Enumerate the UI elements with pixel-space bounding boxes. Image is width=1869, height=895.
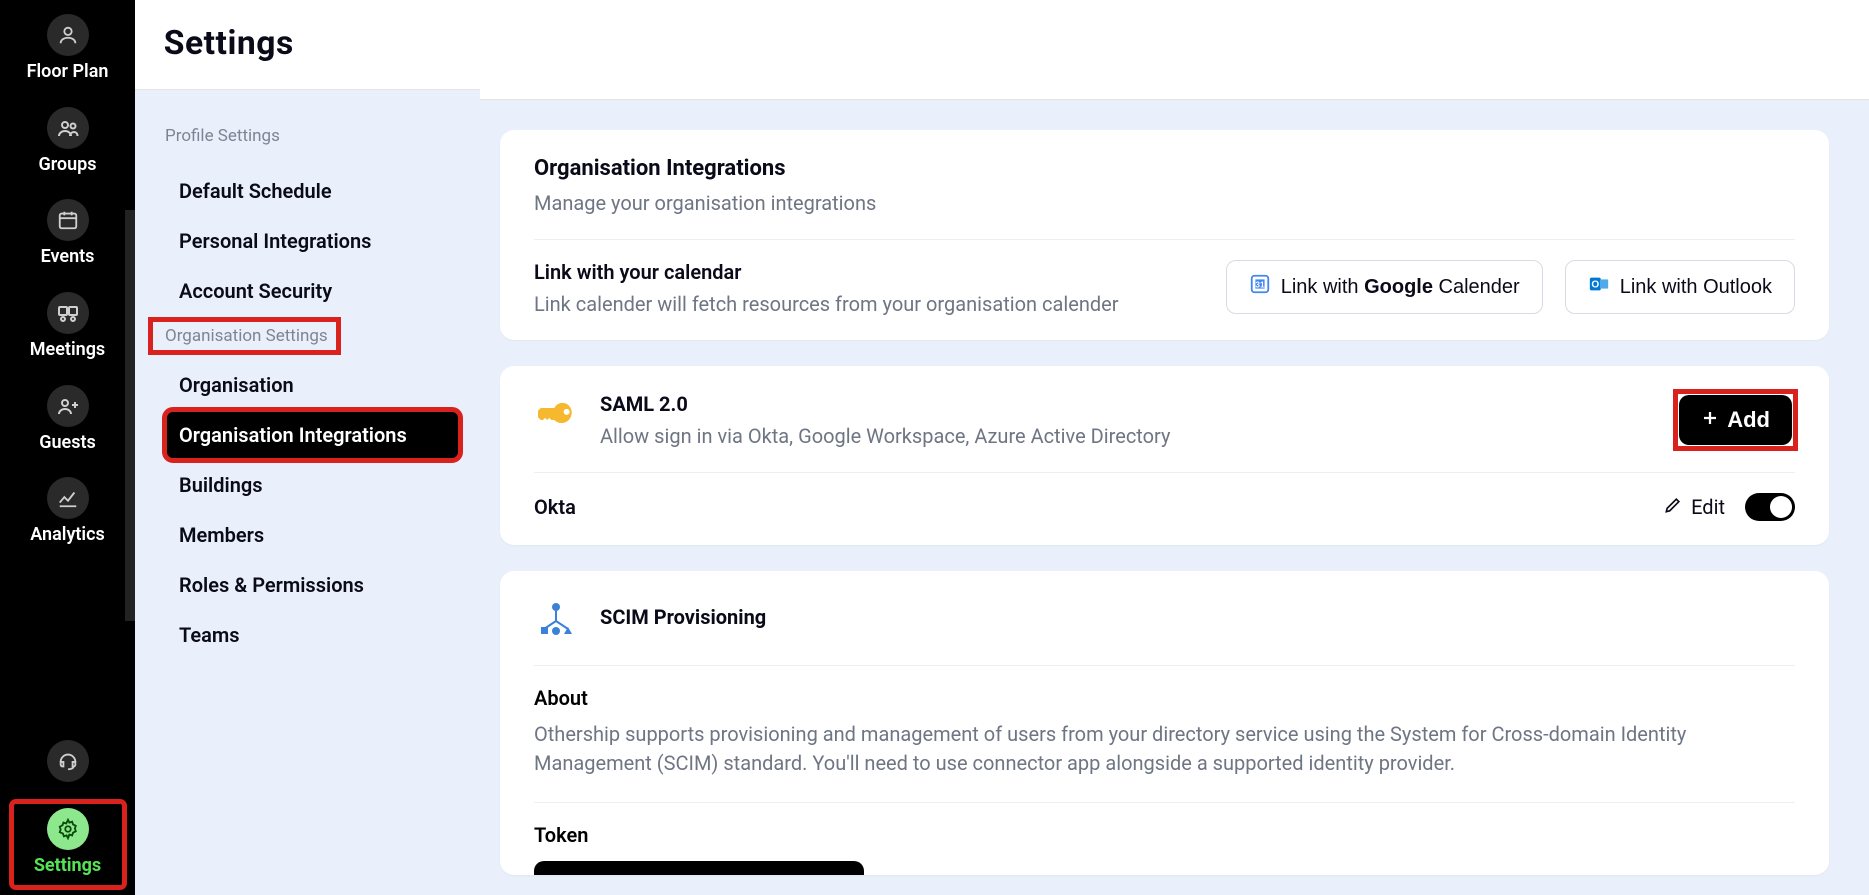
settings-nav: Profile Settings Default Schedule Person… <box>135 90 480 660</box>
scim-title: SCIM Provisioning <box>600 605 1795 629</box>
settings-column: Settings Profile Settings Default Schedu… <box>135 0 480 895</box>
link-members[interactable]: Members <box>165 510 460 560</box>
link-account-security[interactable]: Account Security <box>165 266 460 316</box>
nav-support[interactable] <box>0 734 135 802</box>
card-scim: SCIM Provisioning About Othership suppor… <box>500 571 1829 875</box>
nav-label: Analytics <box>30 525 105 546</box>
link-personal-integrations[interactable]: Personal Integrations <box>165 216 460 266</box>
link-outlook-button[interactable]: O Link with Outlook <box>1565 260 1795 314</box>
primary-nav: Floor Plan Groups Events Meetings Guests… <box>0 0 135 895</box>
link-organisation-integrations[interactable]: Organisation Integrations <box>165 410 460 460</box>
group-icon <box>47 107 89 149</box>
outlook-icon: O <box>1588 273 1610 301</box>
nav-label: Meetings <box>30 340 105 361</box>
add-button-label: Add <box>1727 407 1770 433</box>
okta-toggle[interactable] <box>1745 493 1795 521</box>
svg-text:O: O <box>1591 280 1599 291</box>
link-teams[interactable]: Teams <box>165 610 460 660</box>
nav-label: Groups <box>38 155 96 176</box>
headset-icon <box>47 740 89 782</box>
organisation-settings-label: Organisation Settings <box>165 326 328 346</box>
page-header: Settings <box>135 0 480 90</box>
pencil-icon <box>1663 495 1683 520</box>
nav-analytics[interactable]: Analytics <box>0 467 135 560</box>
token-field-stub[interactable] <box>534 861 864 875</box>
person-icon <box>47 14 89 56</box>
google-button-label: Link with Google Calender <box>1281 276 1520 299</box>
plus-icon <box>1701 407 1719 433</box>
link-buildings[interactable]: Buildings <box>165 460 460 510</box>
nav-floor-plan[interactable]: Floor Plan <box>0 4 135 97</box>
guests-icon <box>47 385 89 427</box>
about-label: About <box>534 686 1795 710</box>
add-saml-button[interactable]: Add <box>1679 395 1792 445</box>
page-title: Settings <box>164 24 294 63</box>
link-roles-permissions[interactable]: Roles & Permissions <box>165 560 460 610</box>
nav-events[interactable]: Events <box>0 189 135 282</box>
calendar-title: Link with your calendar <box>534 260 1196 284</box>
edit-label: Edit <box>1691 495 1725 519</box>
edit-okta-button[interactable]: Edit <box>1663 495 1725 520</box>
meetings-icon <box>47 292 89 334</box>
nav-scrollbar[interactable] <box>125 210 135 895</box>
key-icon <box>534 392 578 436</box>
nav-label: Settings <box>34 856 101 877</box>
nav-meetings[interactable]: Meetings <box>0 282 135 375</box>
main-content: Organisation Integrations Manage your or… <box>480 0 1869 895</box>
saml-desc: Allow sign in via Okta, Google Workspace… <box>600 424 1646 448</box>
outlook-button-label: Link with Outlook <box>1620 276 1772 299</box>
nav-settings[interactable]: Settings <box>12 802 124 887</box>
card-saml: SAML 2.0 Allow sign in via Okta, Google … <box>500 366 1829 545</box>
org-integrations-subtitle: Manage your organisation integrations <box>534 191 1795 215</box>
header-strip <box>480 0 1869 100</box>
calendar-row: Link with your calendar Link calender wi… <box>534 260 1795 316</box>
okta-label: Okta <box>534 495 576 519</box>
link-default-schedule[interactable]: Default Schedule <box>165 166 460 216</box>
gear-icon <box>47 808 89 850</box>
link-google-calendar-button[interactable]: 31 Link with Google Calender <box>1226 260 1543 314</box>
nav-groups[interactable]: Groups <box>0 97 135 190</box>
org-integrations-title: Organisation Integrations <box>534 156 1795 181</box>
token-label: Token <box>534 823 1795 847</box>
svg-text:31: 31 <box>1255 281 1265 290</box>
link-organisation[interactable]: Organisation <box>165 360 460 410</box>
analytics-icon <box>47 477 89 519</box>
nav-label: Floor Plan <box>27 62 109 83</box>
okta-row: Okta Edit <box>534 493 1795 521</box>
nav-label: Guests <box>39 433 96 454</box>
card-integrations: Organisation Integrations Manage your or… <box>500 130 1829 340</box>
about-desc: Othership supports provisioning and mana… <box>534 720 1795 778</box>
calendar-icon <box>47 199 89 241</box>
profile-settings-label: Profile Settings <box>165 126 460 146</box>
nav-label: Events <box>41 247 95 268</box>
saml-title: SAML 2.0 <box>600 392 1646 416</box>
google-calendar-icon: 31 <box>1249 273 1271 301</box>
scim-icon <box>534 597 578 641</box>
calendar-desc: Link calender will fetch resources from … <box>534 292 1196 316</box>
nav-guests[interactable]: Guests <box>0 375 135 468</box>
